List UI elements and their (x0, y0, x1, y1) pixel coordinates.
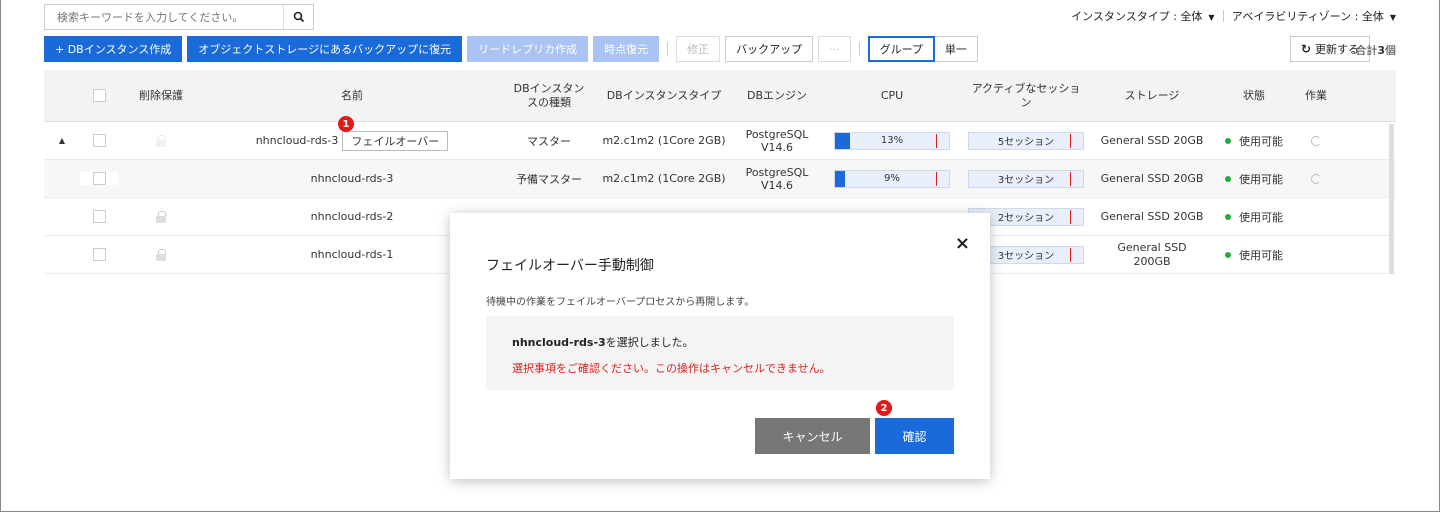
search-box (44, 4, 314, 30)
status-badge: 使用可能 (1212, 209, 1296, 225)
more-button[interactable]: ··· (818, 36, 851, 62)
table-scrollbar[interactable] (1389, 124, 1394, 274)
loading-spinner-icon (1311, 173, 1321, 184)
step-badge-2: 2 (876, 400, 892, 416)
header-delete-protection: 削除保護 (139, 88, 183, 102)
status-badge: 使用可能 (1212, 247, 1296, 263)
header-type: DBインスタンスタイプ (606, 88, 722, 102)
chevron-down-icon: ▼ (1389, 13, 1396, 22)
modify-button[interactable]: 修正 (676, 36, 721, 62)
lock-icon (156, 248, 166, 261)
header-state: 状態 (1243, 88, 1265, 102)
restore-from-object-storage-button[interactable]: オブジェクトストレージにあるバックアップに復元 (187, 36, 463, 62)
chevron-down-icon: ▼ (1208, 13, 1215, 22)
cpu-bar: 9% (834, 169, 950, 188)
total-count: 合計3個 (1355, 44, 1396, 57)
select-all-checkbox[interactable] (92, 89, 106, 102)
status-dot-icon (1225, 251, 1231, 258)
refresh-icon: ↻ (1300, 42, 1311, 56)
db-engine: PostgreSQL V14.6 (745, 165, 809, 192)
db-engine: PostgreSQL V14.6 (745, 127, 809, 154)
group-view-button[interactable]: グループ (867, 36, 935, 62)
availability-zone-filter[interactable]: アベイラビリティゾーン : 全体 ▼ (1232, 8, 1396, 24)
table-header: 削除保護 名前 DBインスタンスの種類 DBインスタンスタイプ DBエンジン C… (44, 70, 1396, 122)
session-bar: 3セッション (968, 169, 1084, 188)
divider (667, 42, 669, 56)
storage: General SSD 20GB (1100, 210, 1204, 223)
divider (1222, 10, 1224, 22)
header-action: 作業 (1305, 88, 1327, 102)
header-storage: ストレージ (1124, 88, 1180, 102)
selection-info-box: nhncloud-rds-3を選択しました。 選択事項をご確認ください。この操作… (486, 316, 954, 390)
storage: General SSD 20GB (1100, 134, 1204, 147)
cancel-button[interactable]: キャンセル (755, 418, 870, 454)
table-row[interactable]: nhncloud-rds-3 予備マスター m2.c1m2 (1Core 2GB… (44, 160, 1396, 198)
instance-kind: 予備マスター (516, 172, 582, 186)
row-checkbox[interactable] (92, 248, 106, 261)
divider (858, 42, 860, 56)
row-checkbox[interactable] (92, 210, 106, 223)
backup-button[interactable]: バックアップ (725, 36, 814, 62)
status-badge: 使用可能 (1212, 171, 1296, 187)
status-badge: 使用可能 (1212, 133, 1296, 149)
confirm-button[interactable]: 確認 (875, 418, 954, 454)
selection-text: nhncloud-rds-3を選択しました。 (512, 336, 694, 349)
search-input[interactable] (45, 5, 283, 29)
warning-text: 選択事項をご確認ください。この操作はキャンセルできません。 (512, 362, 831, 375)
instance-name: nhncloud-rds-3 (310, 172, 394, 185)
instance-type: m2.c1m2 (1Core 2GB) (602, 172, 726, 185)
instance-name: nhncloud-rds-3 (255, 134, 339, 147)
lock-icon (156, 210, 166, 223)
step-badge-1: 1 (338, 116, 354, 132)
header-cpu: CPU (880, 88, 904, 102)
header-kind: DBインスタンスの種類 (513, 81, 585, 109)
row-checkbox[interactable] (92, 172, 106, 185)
single-view-button[interactable]: 単一 (934, 36, 978, 62)
header-sessions: アクティブなセッション (971, 81, 1081, 109)
instance-type-filter[interactable]: インスタンスタイプ : 全体 ▼ (1071, 8, 1214, 24)
status-dot-icon (1225, 137, 1231, 144)
dialog-description: 待機中の作業をフェイルオーバープロセスから再開します。 (486, 297, 755, 308)
row-checkbox[interactable] (92, 134, 106, 147)
status-dot-icon (1225, 175, 1231, 182)
create-db-instance-button[interactable]: + DBインスタンス作成 (44, 36, 183, 62)
session-bar: 5セッション (968, 131, 1084, 150)
table-row[interactable]: ▲ nhncloud-rds-3 フェイルオーバー マスター m2.c1m2 (… (44, 122, 1396, 160)
create-read-replica-button[interactable]: リードレプリカ作成 (467, 36, 589, 62)
storage: General SSD 20GB (1100, 172, 1204, 185)
toolbar: + DBインスタンス作成 オブジェクトストレージにあるバックアップに復元 リード… (44, 36, 983, 62)
failover-dialog: × フェイルオーバー手動制御 待機中の作業をフェイルオーバープロセスから再開しま… (450, 213, 990, 479)
point-in-time-restore-button[interactable]: 時点復元 (593, 36, 660, 62)
lock-icon (156, 134, 166, 147)
failover-button[interactable]: フェイルオーバー (342, 130, 449, 151)
instance-type: m2.c1m2 (1Core 2GB) (602, 134, 726, 147)
dialog-title: フェイルオーバー手動制御 (486, 258, 654, 274)
status-dot-icon (1225, 213, 1231, 220)
header-engine: DBエンジン (746, 88, 808, 102)
header-name: 名前 (341, 88, 363, 102)
collapse-arrow-icon[interactable]: ▲ (44, 136, 80, 145)
cpu-bar: 13% (834, 131, 950, 150)
search-icon (293, 11, 304, 23)
close-icon[interactable]: × (955, 233, 970, 254)
instance-kind: マスター (527, 134, 571, 148)
filters: インスタンスタイプ : 全体 ▼ アベイラビリティゾーン : 全体 ▼ (1071, 8, 1396, 24)
search-button[interactable] (283, 5, 313, 29)
loading-spinner-icon (1311, 135, 1321, 146)
storage: General SSD 200GB (1117, 240, 1187, 268)
